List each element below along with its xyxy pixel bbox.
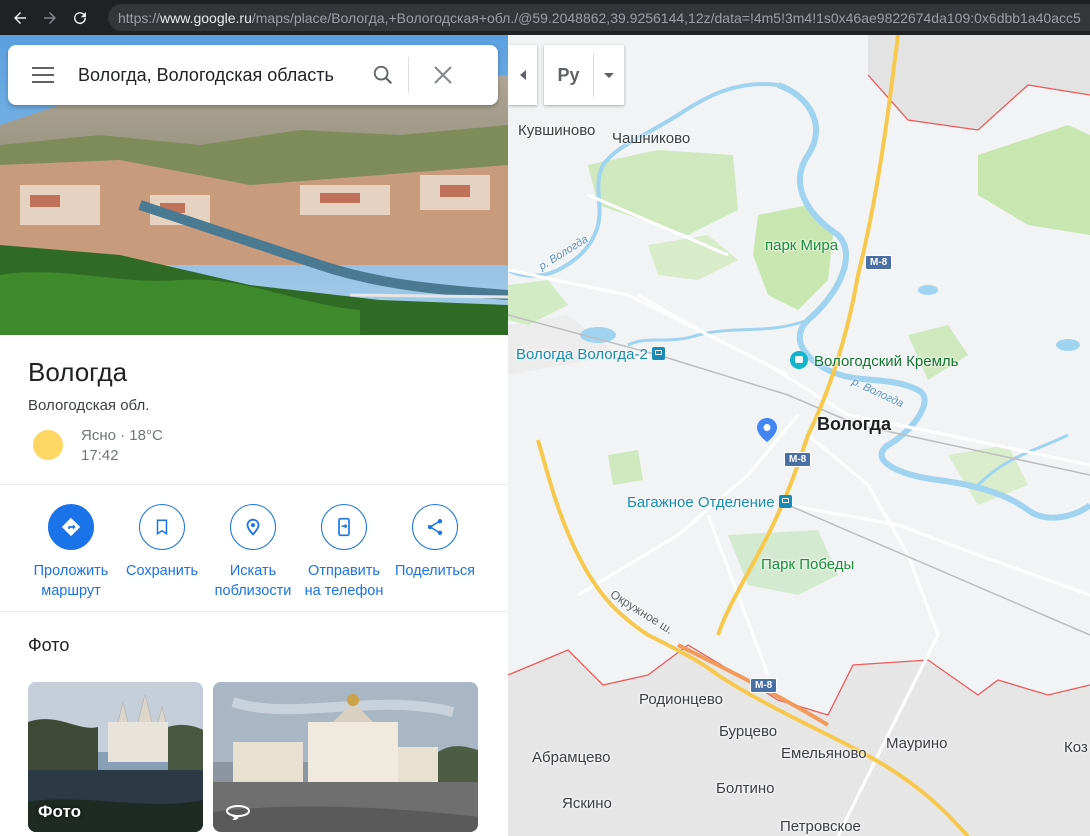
street-view-360-icon — [226, 805, 250, 820]
map-label-yaskino[interactable]: Яскино — [562, 795, 612, 812]
map-label-park-mira[interactable]: парк Мира — [765, 237, 838, 254]
search-input[interactable] — [78, 64, 358, 86]
photos-section-title: Фото — [28, 635, 70, 655]
train-station-icon — [651, 347, 665, 360]
action-label-line2: на телефон — [304, 583, 384, 599]
map-label-emelyanovo[interactable]: Емельяново — [781, 745, 867, 762]
phone-icon — [321, 504, 367, 550]
action-label-line1: Поделиться — [394, 563, 476, 579]
map-label-baggage[interactable]: Багажное Отделение — [627, 494, 792, 511]
chevron-left-icon — [519, 70, 526, 80]
map-canvas[interactable]: Кувшиново Чашниково парк Мира р. Вологда… — [508, 35, 1090, 836]
reload-button[interactable] — [65, 3, 95, 33]
highway-shield: М-8 — [865, 255, 893, 270]
url-path: /maps/place/Вологда,+Вологодская+обл./@5… — [251, 9, 1081, 26]
photo-caption: Фото — [38, 802, 81, 821]
address-bar[interactable]: i https://www.google.ru/maps/place/Волог… — [108, 4, 1090, 31]
nearby-icon — [230, 504, 276, 550]
divider — [0, 484, 508, 485]
highway-shield: М-8 — [784, 452, 812, 467]
arrow-left-icon — [14, 11, 26, 24]
save-button[interactable]: Сохранить — [116, 502, 208, 581]
clear-search-button[interactable] — [409, 65, 477, 85]
url-prefix: https:// — [118, 9, 161, 26]
map-label-park-pobedy[interactable]: Парк Победы — [761, 556, 854, 573]
action-label: Проложить маршрут — [25, 561, 117, 601]
map-label-chashnikovo[interactable]: Чашниково — [612, 130, 690, 147]
street-view-image — [213, 682, 478, 832]
transit-icon — [778, 495, 792, 508]
collapse-panel-button[interactable] — [508, 45, 537, 105]
place-panel: Вологда Вологодская обл. Ясно · 18°C 17:… — [0, 35, 508, 836]
browser-toolbar: i https://www.google.ru/maps/place/Волог… — [0, 0, 1090, 35]
divider — [0, 611, 508, 612]
action-label-line2: поблизости — [214, 583, 292, 599]
bookmark-icon — [139, 504, 185, 550]
weather-text: Ясно · 18°C — [81, 427, 163, 444]
station-name: Вологда Вологда-2 — [516, 346, 648, 363]
location-pin-icon[interactable] — [757, 418, 777, 442]
highway-shield: М-8 — [750, 678, 778, 693]
share-button[interactable]: Поделиться — [389, 502, 481, 581]
map-label-petrovskoe[interactable]: Петровское — [780, 818, 861, 835]
action-label-line1: Сохранить — [125, 563, 199, 579]
baggage-name: Багажное Отделение — [627, 494, 775, 511]
map-label-koz[interactable]: Коз — [1064, 739, 1088, 756]
sun-icon — [33, 430, 63, 460]
dropdown-arrow[interactable] — [594, 72, 624, 78]
map-label-abramtsevo[interactable]: Абрамцево — [532, 749, 611, 766]
action-label-line1: Проложить — [33, 563, 109, 579]
action-label-line2: маршрут — [41, 583, 101, 599]
action-label: Отправить на телефон — [298, 561, 390, 601]
map-label-station[interactable]: Вологда Вологда-2 — [516, 346, 665, 363]
close-icon — [434, 66, 452, 84]
language-label: Ру — [544, 53, 594, 97]
map-language-selector[interactable]: Ру — [544, 45, 624, 105]
url-text: https://www.google.ru/maps/place/Вологда… — [118, 10, 1081, 26]
directions-button[interactable]: Проложить маршрут — [25, 502, 117, 601]
map-graphics — [508, 35, 1090, 836]
weather-info: Ясно · 18°C 17:42 — [81, 426, 163, 466]
place-subtitle: Вологодская обл. — [28, 397, 150, 414]
photo-thumbnail[interactable]: Фото — [28, 682, 203, 832]
map-label-rodiontsevo[interactable]: Родионцево — [639, 691, 723, 708]
map-label-city[interactable]: Вологда — [817, 414, 891, 435]
chevron-down-icon — [604, 72, 614, 78]
action-label-line1: Отправить — [308, 563, 380, 579]
send-to-phone-button[interactable]: Отправить на телефон — [298, 502, 390, 601]
kremlin-name: Вологодский Кремль — [814, 353, 959, 370]
map-label-maurino[interactable]: Маурино — [886, 735, 948, 752]
menu-button[interactable] — [8, 74, 78, 76]
reload-icon — [74, 11, 87, 24]
map-label-kremlin[interactable]: Вологодский Кремль — [790, 351, 958, 370]
landmark-icon — [790, 351, 808, 369]
map-label-boltino[interactable]: Болтино — [716, 780, 774, 797]
back-button[interactable] — [5, 3, 35, 33]
directions-icon — [48, 504, 94, 550]
action-label-line1: Искать — [229, 563, 277, 579]
search-icon — [373, 65, 393, 85]
nearby-button[interactable]: Искать поблизости — [207, 502, 299, 601]
local-time: 17:42 — [81, 447, 119, 464]
action-label: Поделиться — [389, 561, 481, 581]
place-title: Вологда — [28, 357, 128, 387]
arrow-right-icon — [44, 11, 56, 24]
action-buttons: Проложить маршрут Сохранить Искать поблизо… — [0, 502, 508, 612]
street-view-thumbnail[interactable] — [213, 682, 478, 832]
map-label-burtsevo[interactable]: Бурцево — [719, 723, 777, 740]
forward-button[interactable] — [35, 3, 65, 33]
map-label-kuvshinovo[interactable]: Кувшиново — [518, 122, 595, 139]
action-label: Искать поблизости — [207, 561, 299, 601]
share-icon — [412, 504, 458, 550]
search-box[interactable] — [8, 45, 498, 105]
action-label: Сохранить — [116, 561, 208, 581]
menu-icon — [32, 74, 54, 76]
url-host: www.google.ru — [160, 9, 252, 26]
search-button[interactable] — [358, 64, 408, 86]
